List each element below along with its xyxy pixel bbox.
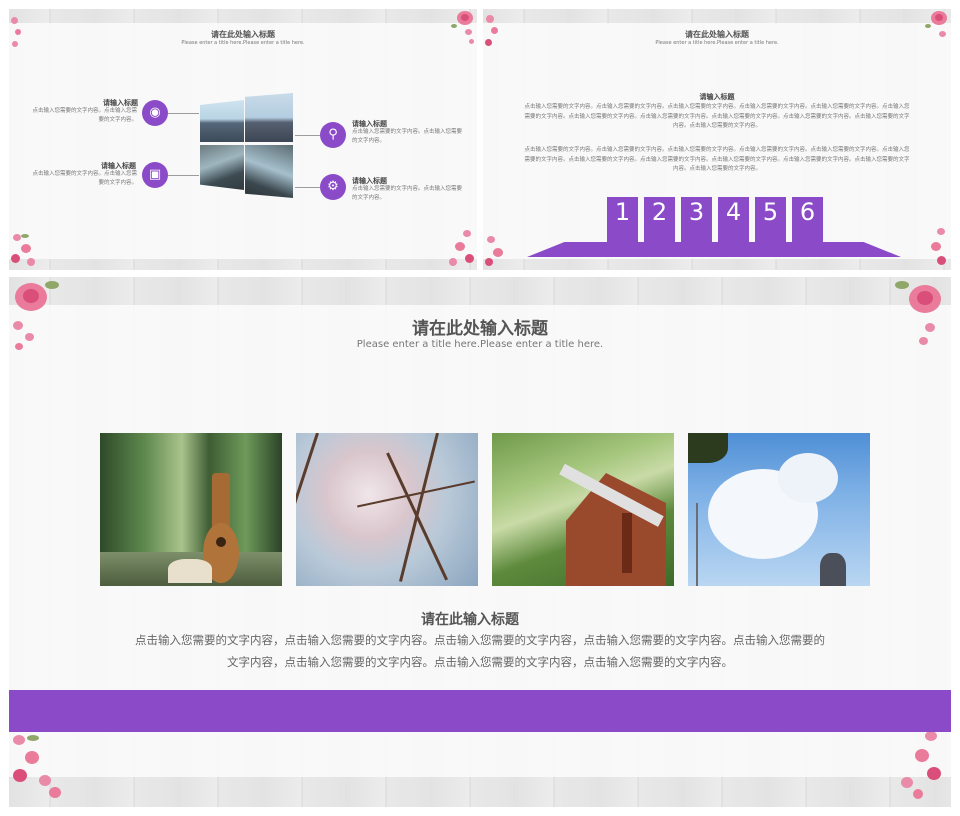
photo-pane-bottom-right — [245, 145, 293, 198]
photo-sky-clouds — [688, 433, 870, 586]
step-tab-2[interactable]: 2 — [644, 197, 675, 257]
eye-icon[interactable]: ◉ — [142, 100, 168, 126]
paragraph-2: 点击输入您需要的文字内容。点击输入您需要的文字内容。点击输入您需要的文字内容。点… — [524, 147, 910, 172]
flower-decoration-bottom-left — [9, 729, 79, 807]
feature-desc-3: 点击输入您需要的文字内容。点击输入您需要的文字内容。 — [352, 129, 463, 144]
flower-decoration-bottom-right — [447, 228, 477, 270]
paper-panel — [483, 23, 951, 259]
connector-line-3 — [295, 135, 320, 136]
paragraph-1: 点击输入您需要的文字内容。点击输入您需要的文字内容。点击输入您需要的文字内容。点… — [524, 104, 910, 129]
photo-red-house-trees — [492, 433, 674, 586]
feature-desc-4: 点击输入您需要的文字内容。点击输入您需要的文字内容。 — [352, 186, 463, 201]
gear-icon[interactable]: ⚙ — [320, 174, 346, 200]
page-title: 请在此处输入标题 — [685, 30, 749, 39]
slide-2[interactable]: 请在此处输入标题 Please enter a title here.Pleas… — [483, 9, 951, 270]
flower-decoration-bottom-left — [483, 230, 515, 270]
connector-line-2 — [168, 175, 199, 176]
step-tab-5[interactable]: 5 — [755, 197, 786, 257]
step-tab-4[interactable]: 4 — [718, 197, 749, 257]
step-tab-1[interactable]: 1 — [607, 197, 638, 257]
photo-ukulele-forest — [100, 433, 282, 586]
connector-line-1 — [168, 113, 199, 114]
key-icon[interactable]: ⚲ — [320, 122, 346, 148]
slide-1[interactable]: 请在此处输入标题 Please enter a title here.Pleas… — [9, 9, 477, 270]
photo-blossom-branches — [296, 433, 478, 586]
flower-decoration-bottom-right — [923, 226, 951, 270]
step-tab-6[interactable]: 6 — [792, 197, 823, 257]
page-subtitle: Please enter a title here.Please enter a… — [356, 339, 604, 350]
photo-pane-top-left — [200, 100, 244, 142]
page-title: 请在此处输入标题 — [211, 30, 275, 39]
section-paragraph-line-2: 文字内容，点击输入您需要的文字内容。点击输入您需要的文字内容，点击输入您需要的文… — [227, 655, 733, 669]
page-title: 请在此处输入标题 — [412, 319, 548, 339]
connector-line-4 — [295, 187, 320, 188]
flower-decoration-bottom-right — [891, 727, 951, 807]
photo-pane-bottom-left — [200, 145, 244, 190]
flower-decoration-bottom-left — [9, 230, 41, 270]
feature-desc-1: 点击输入您需要的文字内容。点击输入您需要的文字内容。 — [32, 108, 137, 123]
page-subtitle: Please enter a title here.Please enter a… — [181, 40, 305, 46]
section-heading: 请在此输入标题 — [421, 612, 519, 628]
lock-icon[interactable]: ▣ — [142, 162, 168, 188]
accent-bar — [9, 690, 951, 732]
section-paragraph-line-1: 点击输入您需要的文字内容，点击输入您需要的文字内容。点击输入您需要的文字内容，点… — [135, 633, 825, 647]
feature-desc-2: 点击输入您需要的文字内容。点击输入您需要的文字内容。 — [32, 171, 137, 186]
page-subtitle: Please enter a title here.Please enter a… — [655, 40, 779, 46]
section-heading: 请输入标题 — [699, 93, 735, 101]
slide-3[interactable]: 请在此处输入标题 Please enter a title here.Pleas… — [9, 277, 951, 807]
step-tab-3[interactable]: 3 — [681, 197, 712, 257]
photo-pane-top-right — [245, 93, 293, 142]
